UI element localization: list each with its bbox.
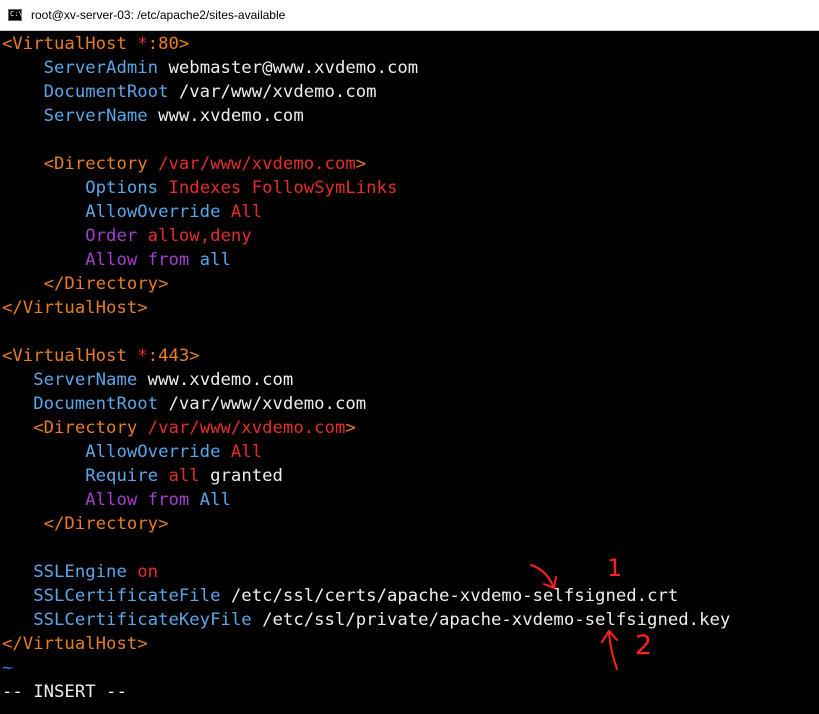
code-line: ServerName www.xvdemo.com (2, 104, 304, 128)
code-token: ServerAdmin (2, 58, 159, 78)
code-token: SSLEngine (2, 562, 127, 582)
code-token: allow,deny (137, 226, 252, 246)
code-token: -- INSERT -- (2, 682, 127, 702)
code-line: DocumentRoot /var/www/xvdemo.com (2, 80, 377, 104)
code-token: www.xvdemo.com (147, 106, 304, 126)
code-line: ~ (2, 656, 12, 680)
code-token: Allow from (2, 250, 190, 270)
cmd-icon-glyph: C:\ (10, 10, 23, 18)
code-line: <VirtualHost *:80> (2, 32, 189, 56)
code-token: </VirtualHost> (2, 298, 148, 318)
code-token: Require (2, 466, 159, 486)
code-token: </Directory> (2, 274, 169, 294)
code-token: <Directory (2, 418, 148, 438)
code-token: /var/www/xvdemo.com (147, 418, 346, 438)
code-line: Allow from all (2, 248, 231, 272)
window-title: root@xv-server-03: /etc/apache2/sites-av… (31, 8, 286, 22)
cmd-icon[interactable]: C:\ (8, 9, 23, 21)
code-token: ~ (2, 658, 13, 678)
code-token: * (137, 346, 148, 366)
code-token: > (355, 154, 367, 174)
code-token: :80> (147, 34, 190, 54)
title-bar[interactable]: C:\ root@xv-server-03: /etc/apache2/site… (0, 0, 819, 31)
code-token: <VirtualHost (2, 34, 138, 54)
code-token: webmaster@www.xvdemo.com (158, 58, 419, 78)
code-line: </VirtualHost> (2, 632, 148, 656)
code-token: granted (199, 466, 283, 486)
code-token: <VirtualHost (2, 346, 138, 366)
code-line: Options Indexes FollowSymLinks (2, 176, 397, 200)
code-token: AllowOverride (2, 442, 221, 462)
code-token: > (345, 418, 356, 438)
code-token: All (220, 202, 263, 222)
code-token: SSLCertificateKeyFile (2, 610, 252, 630)
code-token: www.xvdemo.com (137, 370, 294, 390)
code-token: /var/www/xvdemo.com (158, 154, 356, 174)
terminal-content[interactable]: <VirtualHost *:80> ServerAdmin webmaster… (0, 31, 819, 714)
code-token: All (220, 442, 263, 462)
code-token: all (189, 250, 231, 270)
code-line: AllowOverride All (2, 440, 262, 464)
code-token: DocumentRoot (2, 82, 169, 102)
code-token: SSLCertificateFile (2, 586, 221, 606)
code-token: All (189, 490, 231, 510)
code-line: </Directory> (2, 272, 169, 296)
code-line: <VirtualHost *:443> (2, 344, 200, 368)
code-token: * (137, 34, 148, 54)
code-token: on (126, 562, 159, 582)
code-token: /var/www/xvdemo.com (158, 394, 367, 414)
code-line: </Directory> (2, 512, 169, 536)
code-token: ServerName (2, 106, 148, 126)
code-token: ServerName (2, 370, 138, 390)
code-line: Allow from All (2, 488, 231, 512)
code-token: AllowOverride (2, 202, 221, 222)
code-line: <Directory /var/www/xvdemo.com> (2, 152, 367, 176)
code-token: </VirtualHost> (2, 634, 148, 654)
code-line: <Directory /var/www/xvdemo.com> (2, 416, 356, 440)
code-token: </Directory> (2, 514, 169, 534)
code-line: SSLEngine on (2, 560, 158, 584)
code-token: Allow from (2, 490, 190, 510)
code-token: <Directory (2, 154, 159, 174)
code-line: Order allow,deny (2, 224, 252, 248)
terminal-window: C:\ root@xv-server-03: /etc/apache2/site… (0, 0, 819, 714)
code-line: SSLCertificateFile /etc/ssl/certs/apache… (2, 584, 678, 608)
code-token: /etc/ssl/certs/apache-xvdemo-selfsigned.… (220, 586, 679, 606)
code-token: :443> (147, 346, 200, 366)
code-line: AllowOverride All (2, 200, 262, 224)
code-token: DocumentRoot (2, 394, 159, 414)
code-line: Require all granted (2, 464, 283, 488)
code-line: -- INSERT -- (2, 680, 127, 704)
code-line: ServerName www.xvdemo.com (2, 368, 293, 392)
code-line: </VirtualHost> (2, 296, 148, 320)
code-line: SSLCertificateKeyFile /etc/ssl/private/a… (2, 608, 730, 632)
code-token: Indexes FollowSymLinks (158, 178, 398, 198)
code-token: Options (2, 178, 159, 198)
code-token: /var/www/xvdemo.com (168, 82, 377, 102)
code-token: /etc/ssl/private/apache-xvdemo-selfsigne… (251, 610, 731, 630)
code-token: Order (2, 226, 138, 246)
code-token: all (158, 466, 200, 486)
code-line: DocumentRoot /var/www/xvdemo.com (2, 392, 366, 416)
code-line: ServerAdmin webmaster@www.xvdemo.com (2, 56, 419, 80)
